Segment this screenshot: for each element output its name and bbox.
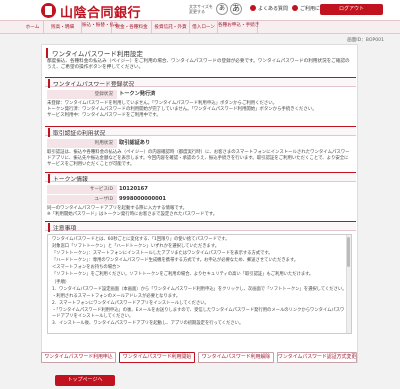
otp-start-button[interactable]: ワンタイムパスワード利用開始 bbox=[119, 352, 195, 363]
top-page-button[interactable]: トップページへ bbox=[55, 375, 115, 386]
notes-section-title: 注意事項 bbox=[48, 223, 76, 232]
action-button-row: ワンタイムパスワード利用申込 ワンタイムパスワード利用開始 ワンタイムパスワード… bbox=[41, 352, 358, 363]
registration-section-title: ワンタイムパスワード登録状況 bbox=[48, 79, 134, 88]
otp-change-auth-button[interactable]: ワンタイムパスワード認証方式変更 bbox=[277, 352, 357, 363]
user-id-label: ユーザID bbox=[47, 195, 117, 204]
usage-status-value: 取引認証あり bbox=[119, 140, 151, 146]
notes-scrollbar-thumb[interactable] bbox=[347, 237, 350, 267]
status-desc-in-service: サービス利用中：ワンタイムパスワードをご利用中です。 bbox=[47, 112, 161, 118]
token-section-title: トークン情報 bbox=[48, 174, 88, 183]
token-notes: 同一のワンタイムパスワードアプリを起動する際に入力する情報です。 ※「利用開始パ… bbox=[47, 206, 352, 218]
nav-item-investment[interactable]: 投資信託・外貨 bbox=[152, 21, 190, 34]
nav-item-transfer[interactable]: 振込・振替・払込 bbox=[82, 21, 119, 34]
intro-text: 都度振込、各種料金の払込み（ペイジー）をご利用の場合、ワンタイムパスワードの登録… bbox=[47, 59, 350, 70]
registration-status-value: トークン発行済 bbox=[119, 91, 156, 97]
service-id-value: 10120167 bbox=[119, 186, 148, 192]
token-section-header: トークン情報 bbox=[45, 172, 356, 183]
bank-name[interactable]: 山陰合同銀行 bbox=[60, 2, 141, 21]
usage-section-title: 取引認証の利用状況 bbox=[48, 128, 105, 137]
registration-status-label: 登録状況 bbox=[47, 90, 117, 99]
status-desc-token-issued: トークン発行済：ワンタイムパスワードの利用開始が完了していません。「ワンタイムパ… bbox=[47, 106, 317, 112]
usage-status-desc: 取引認証は、振込や各種料金の払込み（ペイジー）の内容確認時（都度実行時）に、お客… bbox=[47, 150, 350, 167]
otp-cancel-button[interactable]: ワンタイムパスワード利用解除 bbox=[198, 352, 274, 363]
registration-status-desc: 未登録：ワンタイムパスワードを利用していません。「ワンタイムパスワード利用申込」… bbox=[47, 101, 352, 118]
logout-button[interactable]: ログアウト bbox=[320, 4, 383, 15]
screen-id: 画面ID：BOP001 bbox=[347, 38, 384, 43]
page: 山陰合同銀行 文字サイズを変更する あ あ よくある質問 ご利用に際して ログア… bbox=[0, 0, 400, 389]
nav-item-tax[interactable]: 税金・各種料金 bbox=[112, 21, 152, 34]
font-size-label: 文字サイズを変更する bbox=[189, 4, 213, 14]
notes-paragraph: 2．スマートフォンにワンタイムパスワードアプリをインストールしてください。 bbox=[52, 300, 209, 306]
token-note-password: ※「利用開始パスワード」はトークン発行時にお客さまで設定されたパスワードです。 bbox=[47, 211, 218, 217]
header: 山陰合同銀行 文字サイズを変更する あ あ よくある質問 ご利用に際して ログア… bbox=[0, 0, 400, 21]
bank-logo-icon[interactable] bbox=[41, 3, 56, 18]
notes-paragraph: ＜スマートフォンをお持ちの場合＞ bbox=[52, 265, 121, 271]
font-size-small-button[interactable]: あ bbox=[216, 3, 228, 15]
user-id-row: ユーザID 9998000000001 bbox=[47, 195, 352, 204]
page-title: ワンタイムパスワード利用設定 bbox=[46, 48, 143, 58]
notes-scroll-box[interactable]: ワンタイムパスワードとは、60秒ごとに変化する、「1回限り」の使い捨てパスワード… bbox=[47, 234, 352, 334]
notes-paragraph: 「ソフトトークン」をご利用ください。ソフトトークンをご利用の場合、よりセキュリテ… bbox=[52, 272, 314, 278]
notes-paragraph: 「ソフトトークン」：スマートフォンにインストールしたアプリまたはワンタイムパスワ… bbox=[52, 251, 273, 257]
service-id-row: サービスID 10120167 bbox=[47, 185, 352, 194]
notes-paragraph: 3．インストール後、ワンタイムパスワードアプリを起動し、アプリの初期設定を行って… bbox=[52, 320, 244, 326]
notes-paragraph: ワンタイムパスワードとは、60秒ごとに変化する、「1回限り」の使い捨てパスワード… bbox=[52, 237, 230, 242]
notes-section-header: 注意事項 bbox=[45, 221, 356, 232]
registration-section-header: ワンタイムパスワード登録状況 bbox=[45, 77, 356, 88]
notes-paragraph: 対象窓口「ソフトトークン」と「ハードトークン」いずれかを選択していただきます。 bbox=[52, 244, 220, 250]
nav-item-balance[interactable]: 残高・明細 bbox=[44, 21, 82, 34]
nav-item-loan[interactable]: 借入ローン bbox=[190, 21, 218, 34]
service-id-label: サービスID bbox=[47, 185, 117, 194]
notes-paragraph: （手順） bbox=[52, 279, 70, 285]
question-icon bbox=[250, 5, 256, 11]
notes-paragraph: ・利用されるスマートフォンのメールアドレスが必要となります。 bbox=[52, 293, 181, 299]
usage-status-row: 利用状況 取引認証あり bbox=[47, 139, 352, 148]
notes-scrollbar[interactable] bbox=[346, 235, 351, 333]
usage-status-label: 利用状況 bbox=[47, 139, 117, 148]
global-nav: ホーム 残高・明細 振込・振替・払込 税金・各種料金 投資信託・外貨 借入ローン… bbox=[0, 20, 400, 34]
faq-link[interactable]: よくある質問 bbox=[250, 5, 288, 12]
main-panel: ワンタイムパスワード利用設定 都度振込、各種料金の払込み（ペイジー）をご利用の場… bbox=[41, 44, 358, 363]
info-icon bbox=[292, 5, 298, 11]
nav-item-applications[interactable]: 各種お申込・手続き bbox=[218, 21, 259, 34]
notes-paragraph: ・「ワンタイムパスワード利用申込」の後、Eメールをお送りしますので、受信したワン… bbox=[52, 307, 345, 319]
font-size-large-button[interactable]: あ bbox=[230, 3, 242, 15]
notes-paragraph: 1．ワンタイムパスワード設定画面（本画面）から「ワンタイムパスワード利用申込」を… bbox=[52, 286, 347, 292]
nav-item-home[interactable]: ホーム bbox=[22, 21, 44, 34]
faq-link-label: よくある質問 bbox=[258, 6, 289, 12]
registration-status-row: 登録状況 トークン発行済 bbox=[47, 90, 352, 99]
notes-paragraph: 「ハードトークン」：専用のワンタイムパスワード生成機を携帯する方式です。お申込が… bbox=[52, 258, 299, 264]
user-id-value: 9998000000001 bbox=[119, 196, 166, 202]
otp-apply-button[interactable]: ワンタイムパスワード利用申込 bbox=[41, 352, 116, 363]
usage-section-header: 取引認証の利用状況 bbox=[45, 126, 356, 137]
